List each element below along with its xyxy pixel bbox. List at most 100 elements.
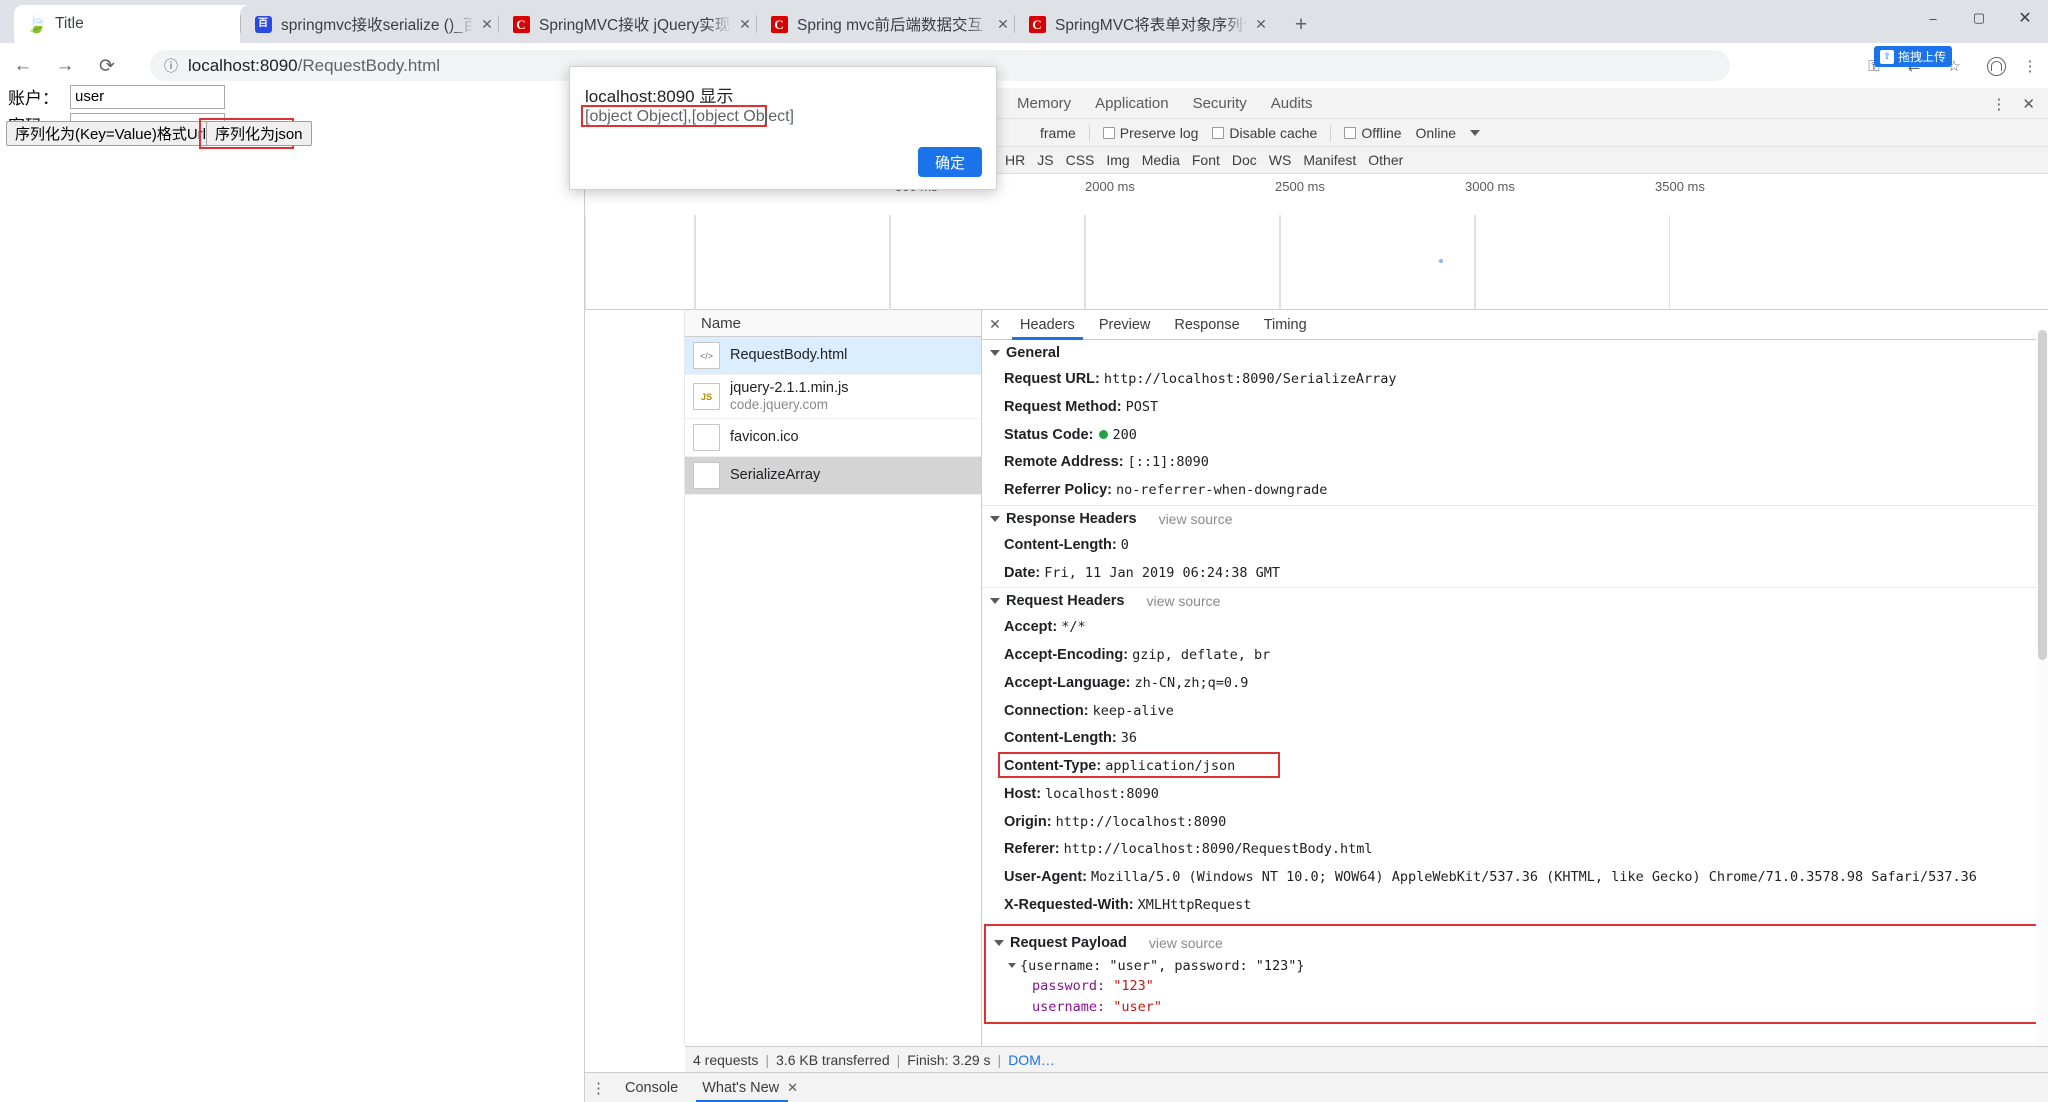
browser-window: 🍃 Title ✕ 百 springmvc接收serialize ()_百度 ✕… (0, 0, 2048, 1102)
tab-close-icon[interactable]: ✕ (734, 13, 756, 35)
drawer-tab-whats-new[interactable]: What's New ✕ (690, 1073, 810, 1102)
requests-count: 4 requests (693, 1051, 759, 1068)
offline-checkbox[interactable]: Offline (1337, 125, 1408, 141)
view-source-link[interactable]: view source (1149, 935, 1223, 951)
drawer-tab-close-icon[interactable]: ✕ (787, 1080, 798, 1096)
new-tab-button[interactable]: + (1288, 12, 1314, 38)
header-key: Remote Address: (1004, 454, 1124, 471)
dom-content-loaded[interactable]: DOM… (1008, 1052, 1055, 1068)
filter-manifest[interactable]: Manifest (1297, 152, 1362, 168)
tab-timing[interactable]: Timing (1252, 310, 1319, 340)
section-title: Request Payload (1010, 934, 1127, 951)
minimize-button[interactable]: – (1910, 0, 1956, 36)
filter-media[interactable]: Media (1136, 152, 1186, 168)
browser-tab-4[interactable]: C SpringMVC将表单对象序列化成 ✕ (1014, 5, 1278, 43)
devtools-close-icon[interactable]: ✕ (2014, 95, 2043, 113)
devtools-tab-application[interactable]: Application (1083, 88, 1180, 119)
browser-tab-2[interactable]: C SpringMVC接收 jQuery实现aja ✕ (498, 5, 762, 43)
browser-tab-1[interactable]: 百 springmvc接收serialize ()_百度 ✕ (240, 5, 504, 43)
close-window-button[interactable]: ✕ (2002, 0, 2048, 36)
section-general-header[interactable]: General (982, 340, 2048, 366)
tab-close-icon[interactable]: ✕ (476, 13, 498, 35)
timeline-cell (695, 215, 890, 310)
profile-icon[interactable] (1982, 52, 2010, 80)
triangle-down-icon (1008, 963, 1016, 968)
tab-headers[interactable]: Headers (1008, 310, 1087, 340)
devtools-settings-icon[interactable]: ⋮ (1983, 95, 2014, 113)
info-circle-icon[interactable]: ⓘ (164, 56, 178, 76)
serialize-json-button[interactable]: 序列化为json (206, 121, 312, 146)
forward-button[interactable]: → (50, 51, 80, 81)
filter-css[interactable]: CSS (1060, 152, 1101, 168)
header-row: Date: Fri, 11 Jan 2019 06:24:38 GMT (982, 560, 2048, 588)
header-key: X-Requested-With: (1004, 896, 1134, 913)
upload-icon: ⇧ (1879, 49, 1894, 64)
table-row[interactable]: SerializeArray (685, 457, 981, 495)
browser-tab-3[interactable]: C Spring mvc前后端数据交互 (fo ✕ (756, 5, 1020, 43)
view-source-link[interactable]: view source (1159, 511, 1233, 527)
filter-font[interactable]: Font (1186, 152, 1226, 168)
reload-button[interactable]: ⟳ (92, 51, 122, 81)
filter-other[interactable]: Other (1362, 152, 1409, 168)
close-detail-icon[interactable]: ✕ (982, 316, 1008, 333)
triangle-down-icon (994, 939, 1004, 946)
page-scrollbar-track[interactable] (2036, 330, 2048, 770)
filter-xhr[interactable]: HR (999, 152, 1031, 168)
devtools-tab-security[interactable]: Security (1181, 88, 1259, 119)
browser-tab-0[interactable]: 🍃 Title ✕ (14, 5, 278, 43)
devtools-tab-audits[interactable]: Audits (1259, 88, 1325, 119)
request-name: jquery-2.1.1.min.js (730, 380, 849, 396)
payload-summary-row[interactable]: {username: "user", password: "123"} (986, 956, 2044, 977)
tab-close-icon[interactable]: ✕ (992, 13, 1014, 35)
tab-response[interactable]: Response (1162, 310, 1251, 340)
tab-preview[interactable]: Preview (1087, 310, 1163, 340)
filter-doc[interactable]: Doc (1226, 152, 1263, 168)
network-timeline-overview[interactable]: 500 ms 2000 ms 2500 ms 3000 ms 3500 ms (585, 174, 2048, 310)
header-row: User-Agent: Mozilla/5.0 (Windows NT 10.0… (982, 864, 2048, 892)
drawer-menu-icon[interactable]: ⋮ (585, 1079, 613, 1097)
timeline-tick-1: 2000 ms (1085, 179, 1135, 194)
account-input[interactable] (70, 84, 225, 109)
header-value: http://localhost:8090/RequestBody.html (1063, 841, 1373, 858)
header-row: Accept-Language: zh-CN,zh;q=0.9 (982, 670, 2048, 698)
back-button[interactable]: ← (8, 51, 38, 81)
headers-content: General Request URL: http://localhost:80… (982, 340, 2048, 1046)
header-row: Referer: http://localhost:8090/RequestBo… (982, 836, 2048, 864)
maximize-button[interactable]: ▢ (1956, 0, 2002, 36)
header-row: X-Requested-With: XMLHttpRequest (982, 892, 2048, 920)
generic-file-icon (693, 462, 720, 489)
page-scrollbar-thumb[interactable] (2038, 330, 2047, 660)
generic-file-icon (693, 424, 720, 451)
frame-selector[interactable]: frame (1033, 125, 1083, 141)
table-row[interactable]: favicon.ico (685, 419, 981, 457)
devtools-tab-memory[interactable]: Memory (1005, 88, 1083, 119)
timeline-tick-2: 2500 ms (1275, 179, 1325, 194)
header-row: Accept: */* (982, 614, 2048, 642)
throttling-select[interactable]: Online (1409, 125, 1463, 141)
table-row[interactable]: </> RequestBody.html (685, 337, 981, 375)
triangle-down-icon (990, 598, 1000, 605)
request-detail-pane: ✕ Headers Preview Response Timing Genera… (982, 310, 2048, 1046)
drag-upload-badge[interactable]: ⇧ 拖拽上传 (1873, 46, 1952, 67)
filter-img[interactable]: Img (1100, 152, 1135, 168)
table-row[interactable]: JS jquery-2.1.1.min.js code.jquery.com (685, 375, 981, 419)
filter-js[interactable]: JS (1031, 152, 1059, 168)
dialog-ok-button[interactable]: 确定 (918, 147, 982, 177)
disable-cache-checkbox[interactable]: Disable cache (1205, 125, 1324, 141)
devtools-panel: Memory Application Security Audits ⋮ ✕ f… (584, 88, 2048, 1102)
serialize-url-button[interactable]: 序列化为(Key=Value)格式Url (6, 121, 216, 146)
kebab-menu-icon[interactable]: ⋮ (2016, 52, 2044, 80)
offline-label: Offline (1361, 124, 1402, 141)
preserve-log-checkbox[interactable]: Preserve log (1096, 125, 1206, 141)
section-request-payload-header[interactable]: Request Payload view source (986, 930, 2044, 956)
section-request-headers-header[interactable]: Request Headers view source (982, 587, 2048, 614)
tab-close-icon[interactable]: ✕ (1250, 13, 1272, 35)
section-response-headers-header[interactable]: Response Headers view source (982, 504, 2048, 532)
timeline-tick-3: 3000 ms (1465, 179, 1515, 194)
filter-ws[interactable]: WS (1263, 152, 1298, 168)
header-key: Content-Length: (1004, 730, 1117, 747)
drawer-tab-console[interactable]: Console (613, 1073, 690, 1102)
header-row: Accept-Encoding: gzip, deflate, br (982, 642, 2048, 670)
view-source-link[interactable]: view source (1146, 593, 1220, 609)
chevron-down-icon[interactable] (1463, 129, 1487, 136)
